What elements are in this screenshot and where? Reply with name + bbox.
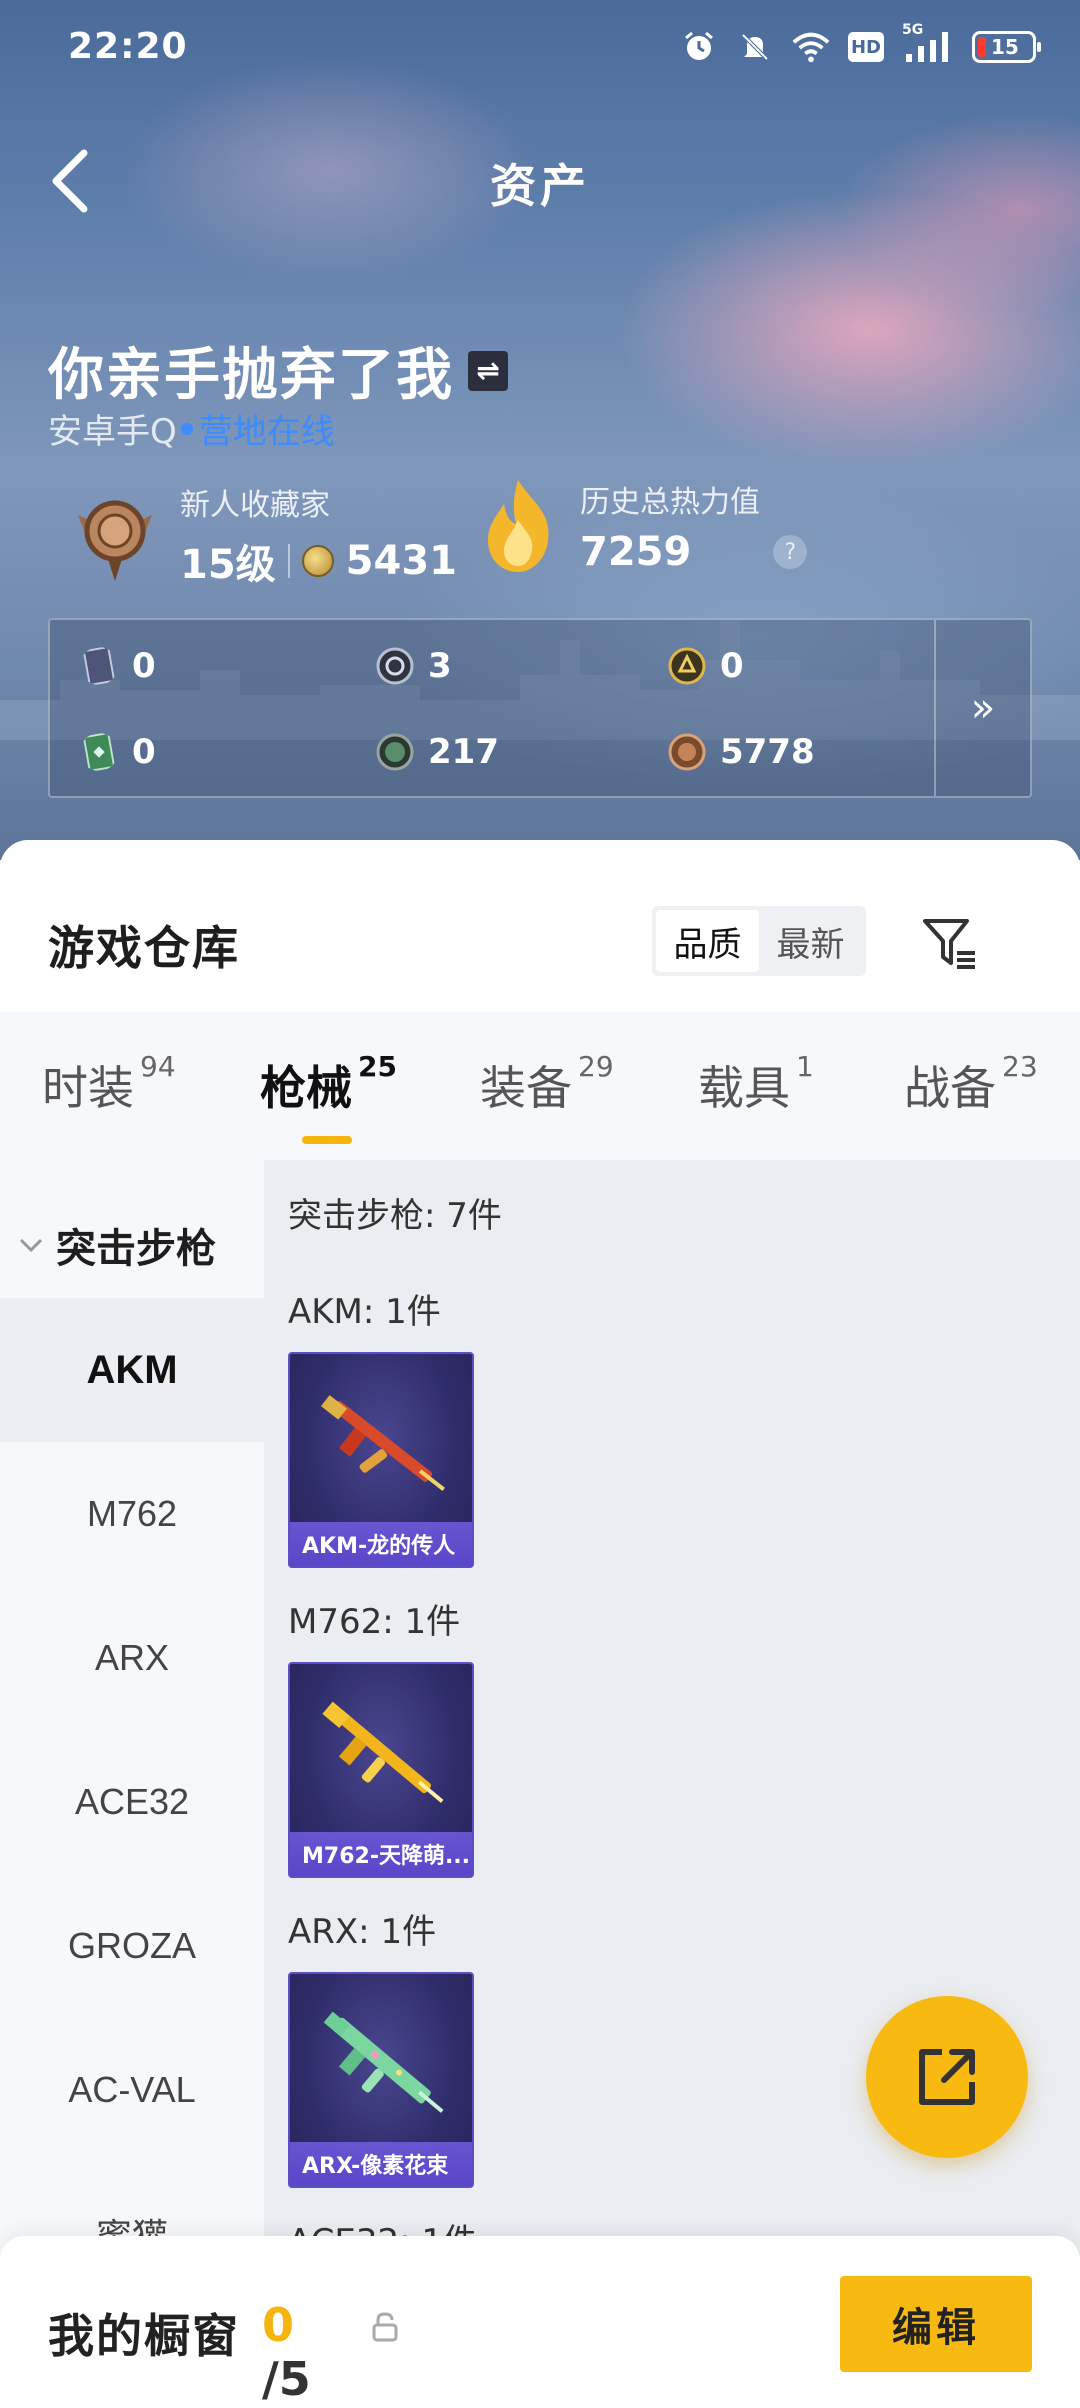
rifle-m762-icon (322, 1701, 444, 1803)
status-bar: 22:20 HD 5G 15 (0, 0, 1080, 96)
warehouse-sheet: 游戏仓库 品质 最新 时装94 枪械25 装备29 载具1 战备23 (0, 840, 1080, 2408)
coin-icon (301, 545, 334, 577)
active-tab-indicator (302, 1136, 352, 1144)
medal-icon (78, 500, 152, 581)
coin-value: 5431 (345, 538, 457, 584)
currency-item: 0 (668, 646, 744, 686)
chevron-down-icon (19, 1238, 43, 1253)
weapon-type-sidebar: 突击步枪 AKM M762 ARX ACE32 GROZA AC-VAL 蜜獾 (0, 1160, 264, 2408)
sort-option-newest[interactable]: 最新 (759, 910, 862, 972)
weapon-card-name: ARX-像素花束 (290, 2142, 472, 2186)
filter-icon (923, 919, 975, 969)
mute-bell-icon (736, 28, 774, 66)
weapon-list: 突击步枪: 7件 AKM: 1件 AKM-龙的传人 M762: 1件 M762-… (264, 1160, 1080, 2408)
share-icon (919, 2049, 975, 2105)
showcase-current: 0 (262, 2298, 295, 2352)
filter-button[interactable] (918, 912, 980, 974)
currency-panel[interactable]: 0 3 0 0 217 5778 » (48, 618, 1032, 798)
category-tabs: 时装 94 枪械 25 装备 29 载具 1 战备 23 (0, 1012, 1080, 1160)
section-heading-arx: ARX: 1件 (288, 1912, 437, 1952)
online-status: 营地在线 (198, 412, 335, 452)
tab-fashion[interactable]: 时装 94 (42, 1050, 176, 1118)
tab-battle-supplies[interactable]: 战备 23 (904, 1050, 1038, 1118)
weapon-card-m762[interactable]: M762-天降萌... (288, 1662, 474, 1878)
page-title: 资产 (490, 159, 590, 213)
flame-icon (488, 480, 549, 572)
currency-item: 217 (376, 732, 499, 772)
heat-value: 7259 (580, 529, 692, 575)
section-heading-akm: AKM: 1件 (288, 1292, 441, 1332)
sidebar-group-assault-rifles[interactable]: 突击步枪 (18, 1216, 216, 1274)
sidebar-item-ac-val[interactable]: AC-VAL (0, 2018, 264, 2162)
rifle-arx-icon (323, 2011, 444, 2113)
warehouse-title: 游戏仓库 (48, 921, 240, 975)
rifle-akm-icon (320, 1395, 445, 1491)
currency-item: 0 (80, 732, 156, 772)
sidebar-item-m762[interactable]: M762 (0, 1442, 264, 1586)
status-icons: HD 5G 15 (680, 22, 1041, 66)
currency-item: 3 (376, 646, 452, 686)
weapon-card-name: AKM-龙的传人 (290, 1522, 472, 1566)
showcase-count: 0/5 (262, 2298, 311, 2406)
wifi-icon (792, 28, 830, 66)
signal-icon: 5G (902, 22, 954, 66)
username: 你亲手抛弃了我 (48, 343, 454, 408)
section-heading-m762: M762: 1件 (288, 1602, 461, 1642)
sidebar-item-groza[interactable]: GROZA (0, 1874, 264, 2018)
card-icon (83, 647, 115, 685)
heat-stat[interactable]: 历史总热力值 7259 ? (478, 476, 808, 576)
switch-account-icon[interactable]: ⇌ (468, 350, 508, 391)
sidebar-item-akm[interactable]: AKM (0, 1298, 264, 1442)
bronze-coin-icon (668, 733, 706, 771)
collector-stat[interactable]: 新人收藏家 15级 5431 (70, 480, 457, 590)
weapon-card-name: M762-天降萌... (290, 1832, 472, 1876)
tab-vehicles[interactable]: 载具 1 (698, 1050, 814, 1118)
badge-s-icon (376, 647, 414, 685)
battery-level: 15 (991, 35, 1019, 59)
lock-icon (372, 2312, 398, 2342)
online-dot (180, 422, 193, 435)
collector-level: 15级 (180, 542, 276, 588)
edit-button[interactable]: 编辑 (840, 2276, 1032, 2372)
more-currencies-button[interactable]: » (934, 620, 1030, 796)
collector-title: 新人收藏家 (180, 488, 330, 523)
tab-weapons[interactable]: 枪械 25 (260, 1050, 397, 1118)
gold-badge-icon (668, 647, 706, 685)
platform-label: 安卓手Q (48, 412, 177, 452)
network-label: 5G (902, 22, 924, 38)
weapon-card-akm[interactable]: AKM-龙的传人 (288, 1352, 474, 1568)
currency-item: 0 (80, 646, 156, 686)
sort-toggle: 品质 最新 (652, 906, 866, 976)
alarm-icon (680, 28, 718, 66)
sidebar-item-ace32[interactable]: ACE32 (0, 1730, 264, 1874)
green-token-icon (376, 733, 414, 771)
username-row: 你亲手抛弃了我 ⇌ (48, 330, 508, 411)
status-time: 22:20 (68, 26, 188, 67)
currency-item: 5778 (668, 732, 815, 772)
help-icon[interactable]: ? (773, 535, 808, 569)
warehouse-header: 游戏仓库 品质 最新 (0, 840, 1080, 1012)
tab-equipment[interactable]: 装备 29 (480, 1050, 614, 1118)
sort-option-quality[interactable]: 品质 (656, 910, 759, 972)
weapon-card-arx[interactable]: ARX-像素花束 (288, 1972, 474, 2188)
battery-indicator: 15 (972, 31, 1041, 63)
profile-hero: 22:20 HD 5G 15 资产 你亲手抛弃了我 ⇌ 安卓手Q 营地在线 新人… (0, 0, 1080, 860)
hd-icon: HD (848, 32, 884, 62)
category-summary: 突击步枪: 7件 (288, 1196, 502, 1236)
sidebar-item-arx[interactable]: ARX (0, 1586, 264, 1730)
double-chevron-right-icon: » (970, 685, 996, 731)
share-button[interactable] (866, 1996, 1028, 2158)
heat-label: 历史总热力值 (580, 485, 760, 520)
showcase-total: /5 (262, 2352, 311, 2406)
showcase-title: 我的橱窗 (48, 2309, 240, 2363)
platform-line: 安卓手Q 营地在线 (48, 404, 335, 453)
showcase-bar: 我的橱窗 0/5 编辑 (0, 2236, 1080, 2408)
green-ticket-icon (83, 733, 115, 771)
